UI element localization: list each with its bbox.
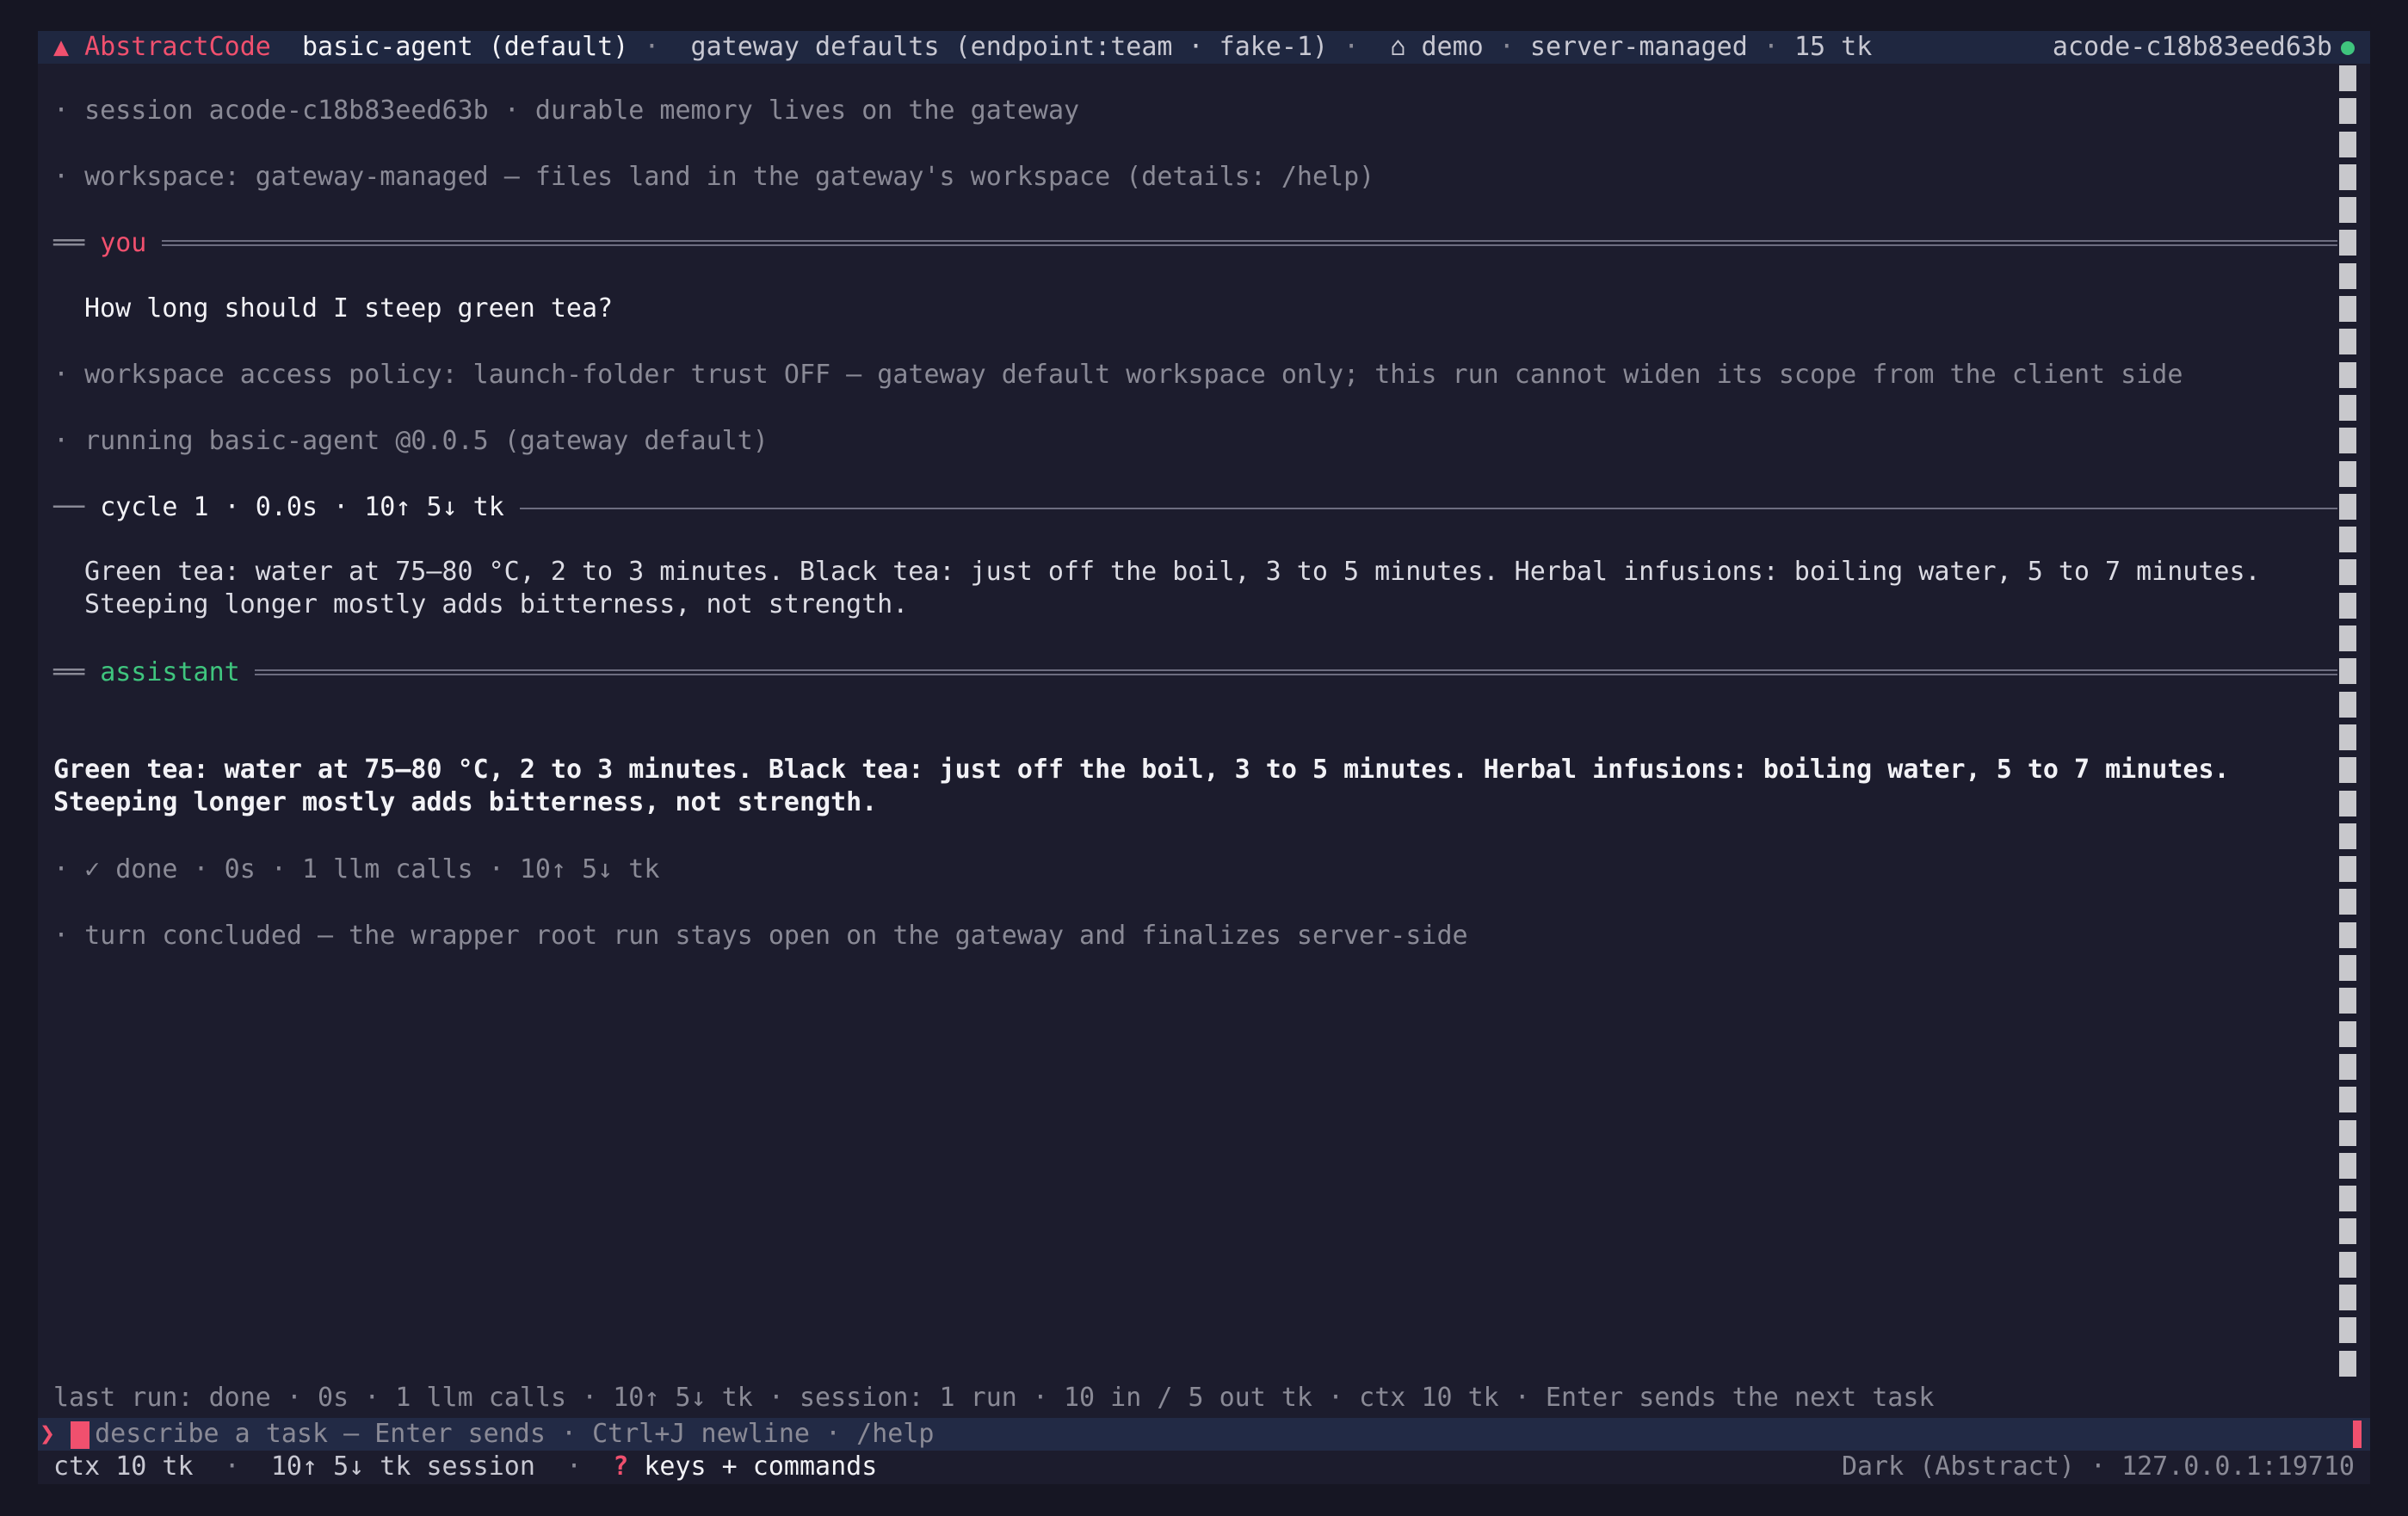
- done-note: · ✓ done · 0s · 1 llm calls · 10↑ 5↓ tk: [53, 854, 660, 884]
- you-label: you: [100, 228, 147, 258]
- session-id: acode-c18b83eed63b: [2052, 32, 2332, 62]
- app-logo-icon: ▲: [53, 32, 70, 62]
- you-divider: [162, 240, 2337, 246]
- input-end-marker: [2353, 1420, 2362, 1448]
- turn-note: · turn concluded — the wrapper root run …: [53, 921, 1468, 951]
- session-tokens: 10↑ 5↓ tk session: [270, 1451, 535, 1482]
- server-address: 127.0.0.1:19710: [2121, 1451, 2355, 1482]
- text-cursor: [71, 1420, 90, 1449]
- cycle-label: cycle 1 · 0.0s · 10↑ 5↓ tk: [100, 492, 504, 522]
- cycle-output-line: Green tea: water at 75–80 °C, 2 to 3 min…: [84, 557, 2261, 587]
- cycle-header: ── cycle 1 · 0.0s · 10↑ 5↓ tk: [53, 491, 504, 524]
- rule-prefix: ──: [53, 492, 85, 522]
- home-icon: ⌂: [1390, 32, 1406, 62]
- help-key[interactable]: ?: [613, 1451, 628, 1482]
- token-count: 15 tk: [1794, 32, 1873, 62]
- theme-name: Dark (Abstract): [1841, 1451, 2075, 1482]
- cycle-divider: [520, 508, 2337, 509]
- workspace-note: · workspace: gateway-managed — files lan…: [53, 162, 1375, 192]
- session-note: · session acode-c18b83eed63b · durable m…: [53, 96, 1080, 126]
- task-input-bar[interactable]: ❯ describe a task — Enter sends · Ctrl+J…: [38, 1418, 2370, 1451]
- bottom-status-bar: ctx 10 tk · 10↑ 5↓ tk session · ? keys +…: [38, 1451, 2370, 1484]
- context-tokens: ctx 10 tk: [53, 1451, 194, 1482]
- gateway-info: gateway defaults (endpoint:team · fake-1…: [690, 32, 1329, 62]
- separator: ·: [2074, 1451, 2122, 1482]
- assistant-answer-line: Steeping longer mostly adds bitterness, …: [53, 787, 878, 817]
- assistant-divider: [255, 669, 2337, 675]
- running-note: · running basic-agent @0.0.5 (gateway de…: [53, 426, 769, 456]
- separator: ·: [1328, 32, 1375, 62]
- prompt-icon: ❯: [40, 1419, 56, 1449]
- separator: ·: [628, 32, 676, 62]
- top-status-bar: ▲ AbstractCode basic-agent (default) · g…: [38, 31, 2370, 64]
- assistant-label: assistant: [100, 657, 240, 687]
- agent-name: basic-agent (default): [302, 32, 629, 62]
- separator: ·: [193, 1451, 271, 1482]
- separator: ·: [1483, 32, 1530, 62]
- assistant-header: ══ assistant: [53, 656, 240, 689]
- policy-note: · workspace access policy: launch-folder…: [53, 360, 2183, 390]
- rule-prefix: ══: [53, 657, 85, 687]
- separator: ·: [534, 1451, 614, 1482]
- scrollbar[interactable]: [2339, 65, 2356, 1384]
- workspace-name: demo: [1421, 32, 1484, 62]
- workspace-mode: server-managed: [1529, 32, 1748, 62]
- cycle-output-line: Steeping longer mostly adds bitterness, …: [84, 589, 909, 619]
- task-input[interactable]: describe a task — Enter sends · Ctrl+J n…: [95, 1419, 934, 1449]
- you-header: ══ you: [53, 227, 146, 260]
- separator: ·: [1747, 32, 1794, 62]
- user-message: How long should I steep green tea?: [84, 293, 614, 324]
- rule-prefix: ══: [53, 228, 85, 258]
- app-name: AbstractCode: [84, 32, 271, 62]
- connection-status-icon: [2341, 40, 2355, 55]
- last-run-summary: last run: done · 0s · 1 llm calls · 10↑ …: [53, 1383, 1935, 1413]
- help-label[interactable]: keys + commands: [628, 1451, 877, 1482]
- assistant-answer-line: Green tea: water at 75–80 °C, 2 to 3 min…: [53, 755, 2230, 785]
- terminal-window: ▲ AbstractCode basic-agent (default) · g…: [38, 31, 2370, 1484]
